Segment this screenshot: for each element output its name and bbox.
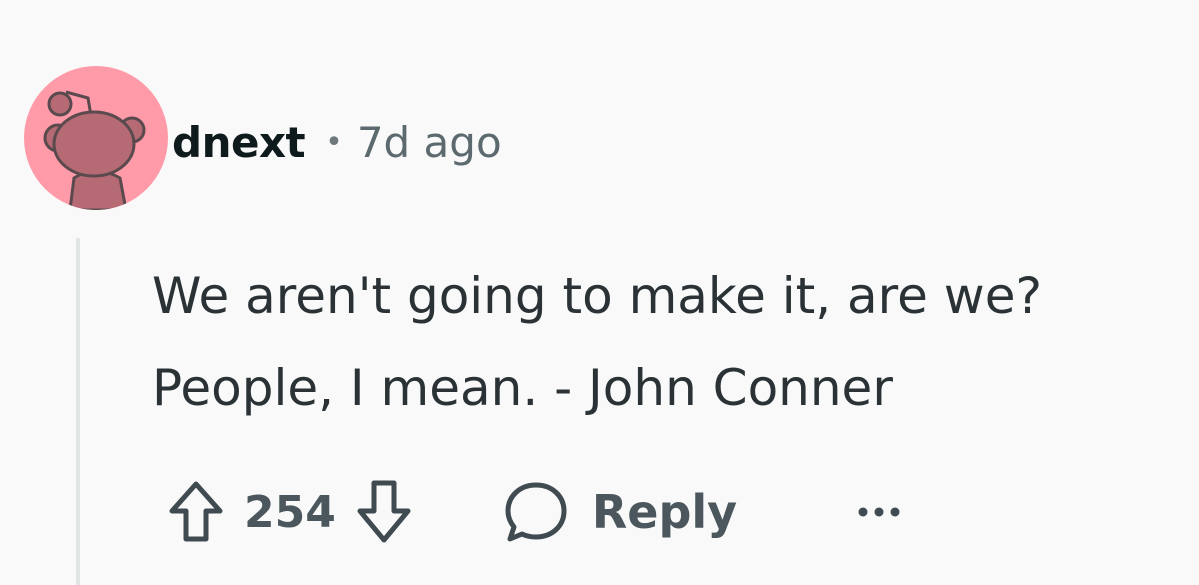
reply-button[interactable]: Reply bbox=[502, 479, 737, 545]
downvote-button[interactable] bbox=[356, 477, 412, 547]
comment: dnext • 7d ago We aren't going to make i… bbox=[0, 0, 1199, 585]
username-link[interactable]: dnext bbox=[172, 118, 306, 167]
user-avatar[interactable] bbox=[24, 66, 168, 210]
comment-text-line: We aren't going to make it, are we? bbox=[152, 267, 1042, 325]
upvote-button[interactable] bbox=[168, 477, 224, 547]
vote-count: 254 bbox=[244, 486, 336, 538]
arrow-down-icon bbox=[357, 480, 411, 543]
meta-separator: • bbox=[325, 124, 343, 160]
comment-actions: 254 Reply bbox=[168, 474, 905, 550]
comment-body: We aren't going to make it, are we? Peop… bbox=[152, 250, 1162, 434]
thread-line[interactable] bbox=[76, 238, 80, 585]
comment-timestamp[interactable]: 7d ago bbox=[357, 118, 502, 167]
speech-bubble-icon bbox=[505, 482, 567, 542]
ellipsis-icon bbox=[858, 507, 900, 517]
snoo-avatar-icon bbox=[43, 90, 146, 210]
comment-text-line: People, I mean. - John Conner bbox=[152, 359, 893, 417]
more-options-button[interactable] bbox=[853, 502, 905, 522]
arrow-up-icon bbox=[169, 481, 223, 542]
comment-meta: dnext • 7d ago bbox=[172, 112, 502, 172]
reply-label: Reply bbox=[591, 485, 738, 539]
